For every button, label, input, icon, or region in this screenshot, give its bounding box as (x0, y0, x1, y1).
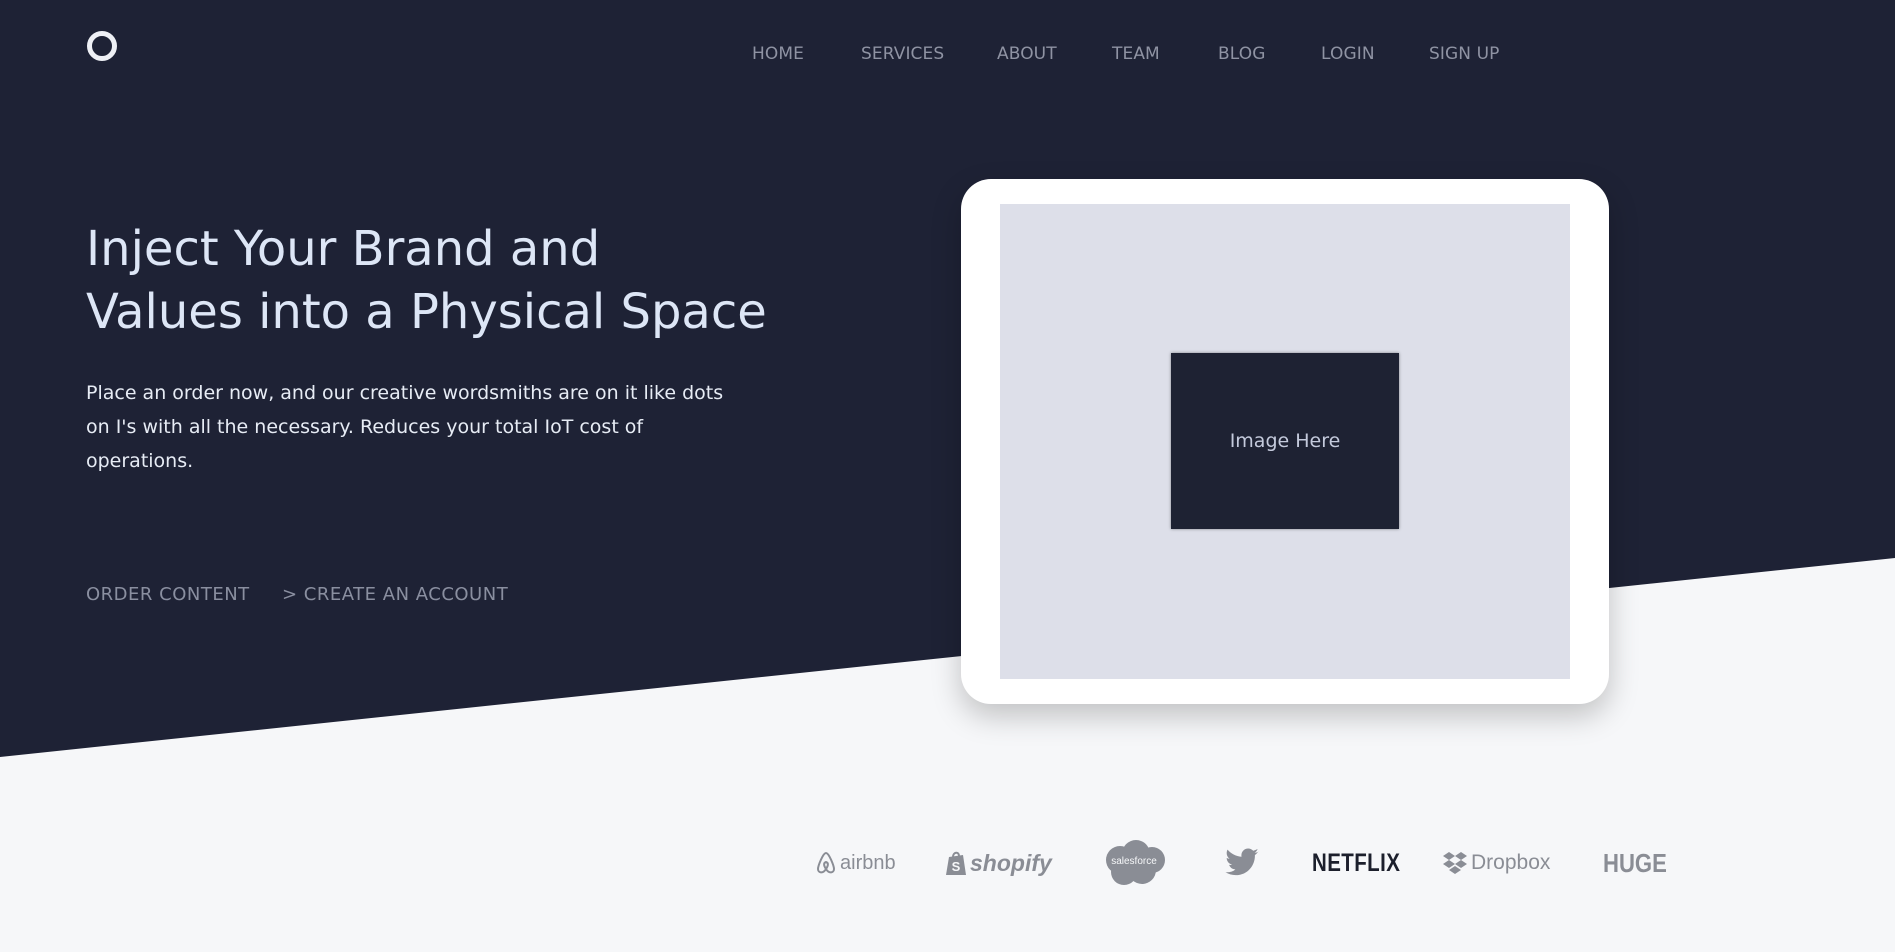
huge-wordmark: HUGE (1603, 847, 1667, 878)
hero-headline-line-1: Inject Your Brand and (86, 221, 601, 277)
airbnb-mark-icon (816, 851, 836, 874)
hero-headline-line-2: Values into a Physical Space (86, 284, 767, 340)
nav-item-home[interactable]: HOME (752, 44, 804, 64)
huge-logo-icon: HUGE (1603, 838, 1678, 888)
salesforce-logo-icon: salesforce (1098, 838, 1170, 888)
dropbox-logo-icon: Dropbox (1442, 838, 1550, 888)
image-placeholder: Image Here (1171, 353, 1399, 529)
netflix-logo-icon: NETFLIX (1312, 838, 1420, 888)
nav-item-login[interactable]: LOGIN (1321, 44, 1375, 64)
dropbox-wordmark: Dropbox (1471, 851, 1551, 874)
dropbox-box-icon (1443, 852, 1467, 874)
tablet-screen: Image Here (1000, 204, 1570, 679)
nav-item-services[interactable]: SERVICES (861, 44, 944, 64)
salesforce-cloud-icon: salesforce (1098, 838, 1170, 888)
airbnb-wordmark: airbnb (840, 851, 896, 874)
nav-item-blog[interactable]: BLOG (1218, 44, 1265, 64)
shopify-logo-icon: S shopify (944, 838, 1052, 888)
nav-item-about[interactable]: ABOUT (997, 44, 1057, 64)
order-content-button[interactable]: ORDER CONTENT (86, 584, 250, 605)
main-nav: HOME SERVICES ABOUT TEAM BLOG LOGIN SIGN… (0, 44, 1895, 64)
twitter-logo-icon (1224, 838, 1260, 888)
create-account-link[interactable]: > CREATE AN ACCOUNT (282, 584, 508, 605)
hero-headline: Inject Your Brand and Values into a Phys… (86, 218, 786, 344)
client-logos: airbnb S shopify salesforce NETFLIX Drop… (806, 838, 1667, 888)
twitter-bird-icon (1225, 848, 1259, 876)
tablet-mockup: Image Here (961, 179, 1609, 704)
image-placeholder-label: Image Here (1229, 430, 1341, 452)
shopify-bag-icon: S (946, 851, 966, 875)
netflix-wordmark: NETFLIX (1312, 848, 1401, 877)
nav-item-team[interactable]: TEAM (1112, 44, 1160, 64)
salesforce-wordmark: salesforce (1111, 856, 1157, 867)
airbnb-logo-icon: airbnb (814, 838, 896, 888)
nav-item-sign-up[interactable]: SIGN UP (1429, 44, 1500, 64)
shopify-wordmark: shopify (970, 849, 1052, 876)
svg-text:S: S (952, 859, 961, 874)
hero-lead-text: Place an order now, and our creative wor… (86, 382, 724, 472)
